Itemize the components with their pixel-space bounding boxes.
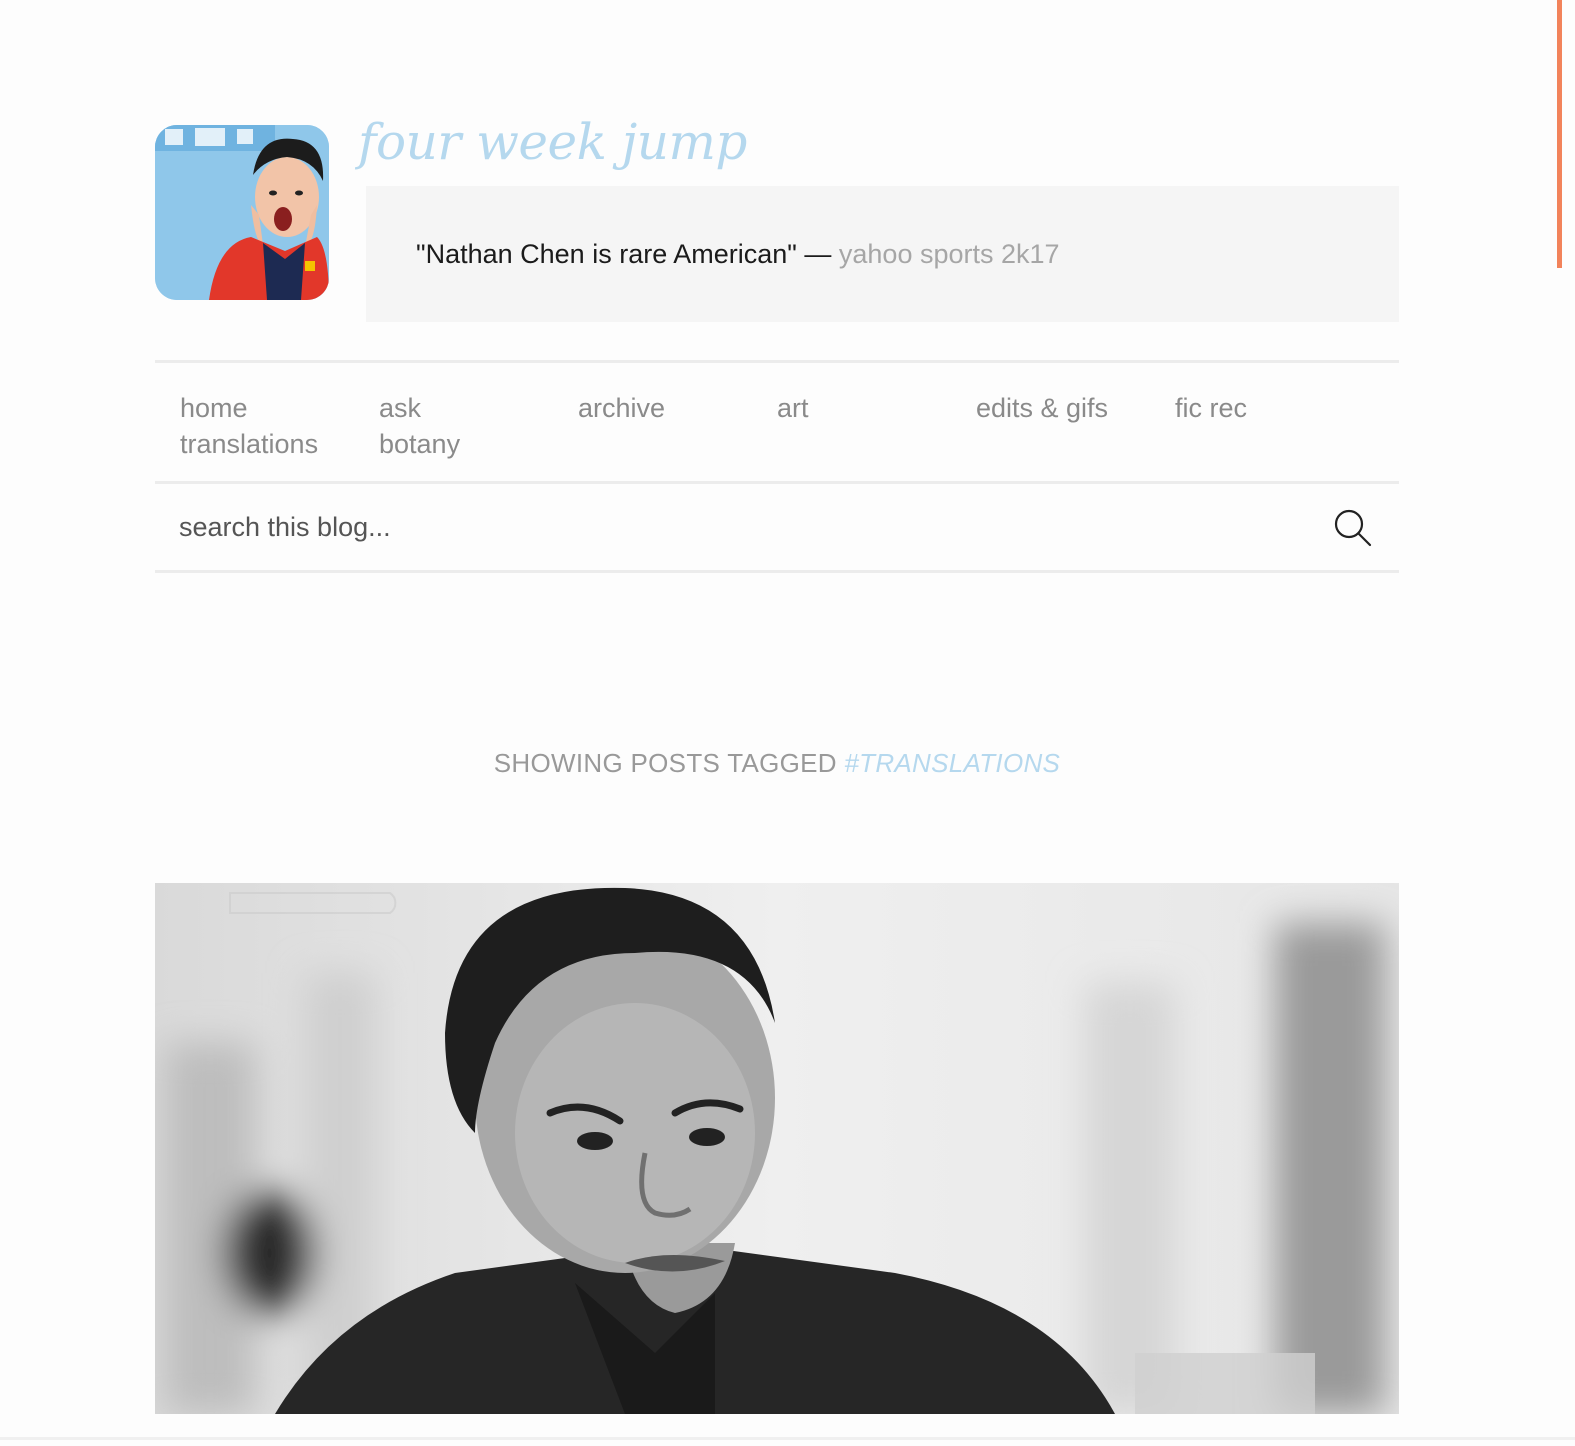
blog-description: "Nathan Chen is rare American" — yahoo s… xyxy=(366,186,1399,322)
tag-link[interactable]: #TRANSLATIONS xyxy=(844,748,1060,778)
scroll-indicator[interactable] xyxy=(1557,0,1562,268)
description-dash: — xyxy=(804,238,832,269)
nav-home[interactable]: home xyxy=(180,390,248,426)
tag-heading-prefix: SHOWING POSTS TAGGED xyxy=(493,748,837,778)
search-icon xyxy=(1334,509,1372,547)
nav-edits-gifs[interactable]: edits & gifs xyxy=(976,390,1108,426)
nav-ask[interactable]: ask xyxy=(379,390,421,426)
nav-fic-rec[interactable]: fic rec xyxy=(1175,390,1247,426)
post-photo[interactable] xyxy=(155,883,1399,1414)
search-button[interactable] xyxy=(1333,508,1377,552)
description-source: yahoo sports 2k17 xyxy=(838,238,1060,269)
nav-translations[interactable]: translations xyxy=(180,426,318,462)
nav-art[interactable]: art xyxy=(777,390,809,426)
blog-title[interactable]: four week jump xyxy=(358,108,747,176)
divider xyxy=(0,1437,1575,1440)
search-input[interactable] xyxy=(155,484,1305,570)
nav-botany[interactable]: botany xyxy=(379,426,460,462)
avatar[interactable] xyxy=(155,125,329,300)
nav-archive[interactable]: archive xyxy=(578,390,665,426)
description-quote: "Nathan Chen is rare American" xyxy=(416,238,797,269)
search-bar xyxy=(155,484,1399,573)
tag-heading: SHOWING POSTS TAGGED #TRANSLATIONS xyxy=(0,748,1554,779)
nav-bar: home ask archive art edits & gifs fic re… xyxy=(155,360,1399,484)
